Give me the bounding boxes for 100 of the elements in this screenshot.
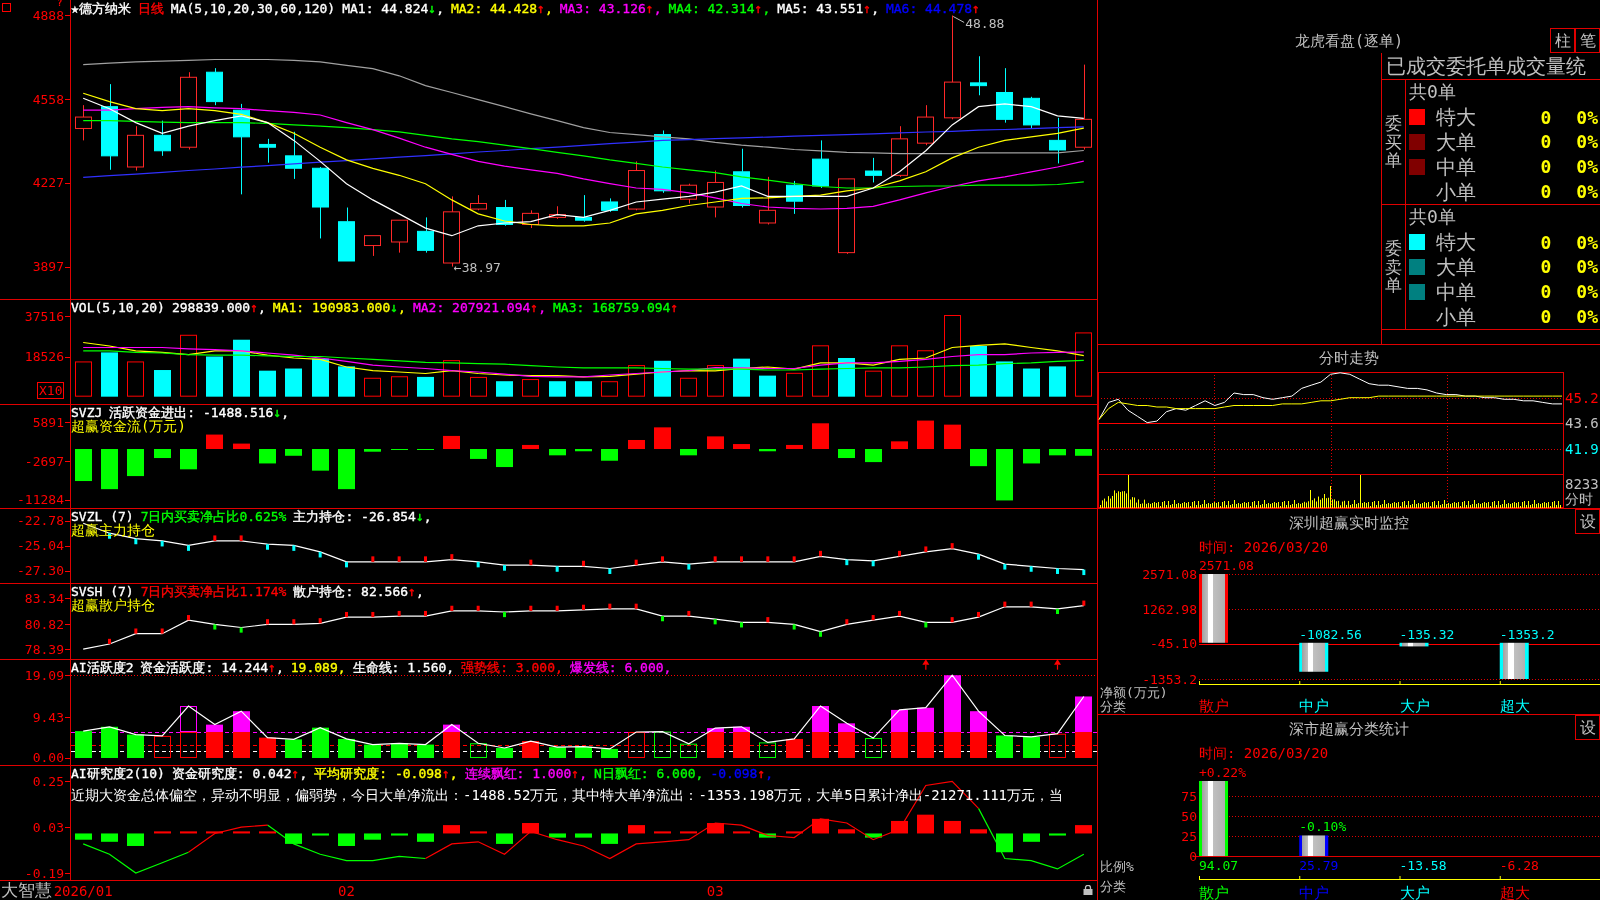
axis-label: 80.82 xyxy=(24,616,64,632)
category-label: 散户 xyxy=(1199,697,1229,714)
candlestick xyxy=(786,180,803,215)
axis-label: 1262.98 xyxy=(1142,601,1197,617)
change-label: +0.22% xyxy=(1199,765,1246,780)
legend-label: MA6: 44.478↑ xyxy=(885,1,980,16)
axis-label: -25.04 xyxy=(17,538,64,554)
order-count: 0 xyxy=(1539,106,1553,128)
axis-title: 净额(万元) xyxy=(1100,684,1168,700)
candlestick xyxy=(338,207,355,262)
legend-label: MA1: 44.824↓, xyxy=(342,1,444,16)
legend-label: 爆发线: 6.000, xyxy=(569,660,672,675)
panel-title: 分时走势 xyxy=(1319,350,1379,367)
candlestick xyxy=(522,209,539,229)
axis-label: 25 xyxy=(1181,828,1197,844)
value-reading: -6.28 xyxy=(1499,858,1539,874)
app-name: 大智慧 xyxy=(1,881,52,900)
order-size-label: 小单 xyxy=(1436,180,1477,203)
timestamp: 时间: 2026/03/20 xyxy=(1199,745,1329,761)
axis-label: -0.19 xyxy=(24,865,64,881)
settings-button[interactable]: 设 xyxy=(1575,509,1600,534)
candlestick xyxy=(285,131,302,180)
date-label: 03 xyxy=(706,882,724,899)
settings-button[interactable]: 设 xyxy=(1575,715,1600,740)
legend-label: 298839.000↑, xyxy=(171,300,266,315)
candlestick xyxy=(549,205,566,220)
table-title: 已成交委托单成交量统 xyxy=(1382,53,1600,80)
order-count: 0 xyxy=(1539,231,1553,253)
legend-label: AI研究度2(10) xyxy=(71,766,165,781)
legend-label: SVZL (7) xyxy=(71,509,134,524)
legend-label: MA2: 44.428↑, xyxy=(450,1,553,16)
axis-label: -1353.2 xyxy=(1142,671,1197,687)
candlestick xyxy=(917,104,934,146)
order-ratio: 0% xyxy=(1576,256,1599,278)
side-label: 委卖单 xyxy=(1385,238,1402,296)
legend-label: ★德方纳米 xyxy=(71,1,131,16)
axis-title: 比例% xyxy=(1100,858,1134,874)
candlestick xyxy=(654,130,671,194)
axis-label: 3897 xyxy=(32,259,64,275)
value-label: 2571.08 xyxy=(1199,558,1254,573)
axis-label: -11284 xyxy=(17,492,64,508)
signal-arrow xyxy=(922,659,930,671)
legend-label: 平均研究度: -0.098↑, xyxy=(314,766,458,781)
panel-title: 深市超赢分类统计 xyxy=(1289,720,1409,738)
order-ratio: 0% xyxy=(1576,231,1599,253)
order-total: 共0单 xyxy=(1409,207,1456,228)
axis-label: -45.10 xyxy=(1150,636,1197,652)
value-reading: 25.79 xyxy=(1299,858,1339,874)
price-annotation: 48.88 xyxy=(965,16,1005,32)
value-label: -135.32 xyxy=(1399,626,1455,642)
axis-label: 0.25 xyxy=(32,773,64,789)
indicator-caption: 超赢资金流(万元) xyxy=(71,418,186,434)
legend-label: N日飘红: 6.000, xyxy=(594,766,704,781)
axis-label: 41.9 xyxy=(1565,441,1599,458)
value-label: -1353.2 xyxy=(1499,626,1555,642)
axis-label: 5891 xyxy=(32,414,64,430)
legend-label: 资金研究度: 0.042↑, xyxy=(171,766,308,781)
legend-label: 日线 xyxy=(137,1,164,16)
candlestick xyxy=(391,219,408,254)
legend-label: MA5: 43.551↑, xyxy=(777,1,879,16)
order-ratio: 0% xyxy=(1576,306,1599,328)
axis-label: 0 xyxy=(1189,848,1197,864)
panel-title: 龙虎看盘(逐单) xyxy=(1294,32,1404,52)
axis-label: 78.39 xyxy=(24,641,64,657)
timestamp: 时间: 2026/03/20 xyxy=(1199,539,1329,555)
order-count: 0 xyxy=(1539,181,1553,203)
indicator-caption: 超赢散户持仓 xyxy=(71,597,155,613)
side-label: 委买单 xyxy=(1385,113,1402,171)
view-button[interactable]: 柱 xyxy=(1550,28,1575,53)
legend-label: SVZJ xyxy=(71,405,103,420)
order-count: 0 xyxy=(1539,306,1553,328)
candlestick xyxy=(680,183,697,204)
order-size-label: 中单 xyxy=(1436,155,1477,178)
order-ratio: 0% xyxy=(1576,131,1599,153)
axis-label: 83.34 xyxy=(24,590,64,606)
legend-label: 19.089, xyxy=(290,660,346,675)
axis-label: 4558 xyxy=(32,91,64,107)
candlestick xyxy=(206,67,223,106)
axis-label: -27.30 xyxy=(17,563,64,579)
unit-label: X10 xyxy=(37,382,65,399)
volume-max-label: 8233 xyxy=(1565,476,1599,492)
view-button[interactable]: 笔 xyxy=(1575,28,1600,53)
legend-label: SVSH (7) xyxy=(71,584,134,599)
candlestick xyxy=(601,197,618,213)
legend-label: 主力持仓: -26.854↓, xyxy=(293,509,432,524)
order-size-label: 小单 xyxy=(1436,305,1477,328)
value-label: -1082.56 xyxy=(1299,626,1362,642)
category-label: 大户 xyxy=(1399,884,1430,900)
date-label: 2026/01 xyxy=(53,882,113,899)
help-button[interactable]: ? xyxy=(57,0,63,7)
order-count: 0 xyxy=(1539,131,1553,153)
legend-label: AI活跃度2 xyxy=(71,660,134,675)
order-ratio: 0% xyxy=(1576,281,1599,303)
category-label: 超大 xyxy=(1499,884,1530,900)
candlestick xyxy=(733,148,750,209)
candlestick xyxy=(417,216,434,254)
candlestick xyxy=(575,194,592,223)
lock-icon xyxy=(1083,885,1093,895)
axis-label: 0.03 xyxy=(32,819,64,835)
candlestick xyxy=(628,160,645,211)
